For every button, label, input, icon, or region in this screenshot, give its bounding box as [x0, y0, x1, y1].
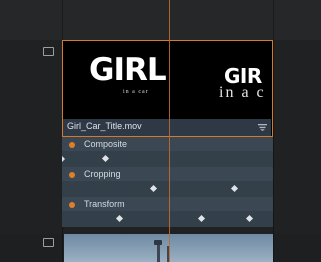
diamond-keyframe-icon[interactable]	[245, 214, 254, 223]
clip-label-bar: Girl_Car_Title.mov	[63, 119, 271, 136]
effect-label: Composite	[84, 139, 128, 149]
effect-lane-transform[interactable]: Transform	[62, 197, 273, 227]
keyframe-track[interactable]	[62, 181, 273, 197]
effect-lane-cropping[interactable]: Cropping	[62, 167, 273, 197]
timeline-area: GIRL in a car GIR in a c Girl_Car_Title.…	[0, 0, 321, 262]
clip-thumbnail: GIRL in a car	[65, 43, 180, 119]
effect-enable-dot[interactable]	[69, 142, 75, 148]
keyframe-track[interactable]	[62, 151, 273, 167]
thumbnail-title: GIRL	[89, 52, 167, 88]
ruler-divider	[273, 0, 274, 40]
track-right-divider	[273, 40, 274, 262]
diamond-keyframe-icon[interactable]	[101, 154, 110, 163]
monitor-icon[interactable]	[43, 238, 54, 247]
diamond-keyframe-icon[interactable]	[149, 184, 158, 193]
keyframe-track[interactable]	[62, 211, 273, 227]
thumbnail-subtitle: in a car	[123, 89, 149, 95]
edge-marker	[62, 156, 65, 162]
diamond-keyframe-icon[interactable]	[115, 214, 124, 223]
diamond-keyframe-icon[interactable]	[197, 214, 206, 223]
thumbnail-detail	[154, 240, 162, 245]
effect-label: Transform	[84, 199, 125, 209]
monitor-icon[interactable]	[43, 47, 54, 56]
clip-name: Girl_Car_Title.mov	[67, 121, 142, 131]
thumbnail-title: GIR	[224, 64, 262, 88]
timeline-ruler[interactable]	[0, 0, 321, 41]
thumbnail-subtitle: in a c	[219, 84, 266, 101]
thumbnail-detail	[157, 242, 160, 262]
effect-enable-dot[interactable]	[69, 202, 75, 208]
selected-clip[interactable]: GIRL in a car GIR in a c Girl_Car_Title.…	[62, 40, 273, 137]
effect-label: Cropping	[84, 169, 121, 179]
diamond-keyframe-icon[interactable]	[230, 184, 239, 193]
effect-lane-composite[interactable]: Composite	[62, 137, 273, 167]
ruler-divider	[62, 0, 63, 40]
effect-enable-dot[interactable]	[69, 172, 75, 178]
playhead[interactable]	[169, 0, 170, 262]
menu-lines-icon[interactable]	[258, 124, 267, 131]
clip-thumbnail: GIR in a c	[180, 43, 270, 119]
